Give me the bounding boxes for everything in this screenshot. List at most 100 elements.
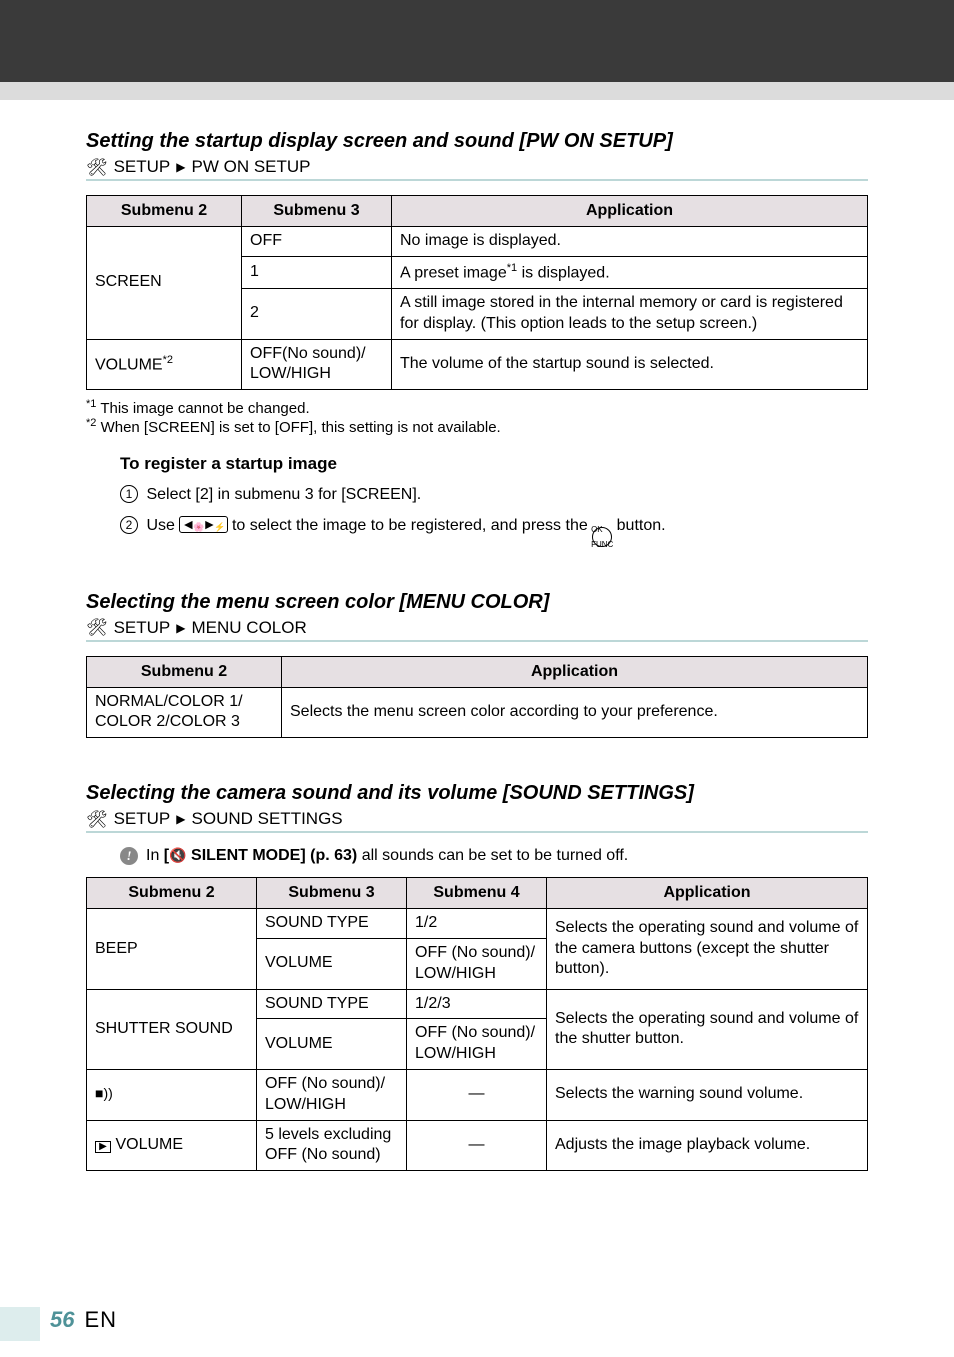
step-number-icon: 2 bbox=[120, 516, 138, 534]
cell-play-app: Adjusts the image playback volume. bbox=[547, 1120, 868, 1171]
table-row: VOLUME*2 OFF(No sound)/ LOW/HIGH The vol… bbox=[87, 339, 868, 390]
step-text: to select the image to be registered, an… bbox=[232, 517, 592, 534]
cell-beep-sndtype-sub4: 1/2 bbox=[407, 909, 547, 939]
step-text: Select [2] in submenu 3 for [SCREEN]. bbox=[146, 486, 421, 503]
cell-volume-label: VOLUME*2 bbox=[87, 339, 242, 390]
breadcrumb-setup-label: SETUP bbox=[114, 618, 171, 638]
col-header-submenu2: Submenu 2 bbox=[87, 196, 242, 227]
cell-text: is displayed. bbox=[517, 264, 610, 281]
col-header-submenu3: Submenu 3 bbox=[257, 878, 407, 909]
step-number-icon: 1 bbox=[120, 485, 138, 503]
cell-play-sub3: 5 levels excluding OFF (No sound) bbox=[257, 1120, 407, 1171]
footnote-1: *1 This image cannot be changed. bbox=[86, 398, 868, 417]
col-header-application: Application bbox=[547, 878, 868, 909]
divider bbox=[86, 640, 868, 642]
footnote-marker: *2 bbox=[163, 354, 173, 366]
cell-shutter-sndtype-sub3: SOUND TYPE bbox=[257, 989, 407, 1019]
page-number: 56 bbox=[50, 1307, 74, 1333]
table-header-row: Submenu 2 Submenu 3 Application bbox=[87, 196, 868, 227]
cell-beep-app: Selects the operating sound and volume o… bbox=[547, 909, 868, 989]
footnote-2: *2 When [SCREEN] is set to [OFF], this s… bbox=[86, 417, 868, 436]
steps-list: 1 Select [2] in submenu 3 for [SCREEN]. … bbox=[120, 480, 868, 547]
cell-play-volume-label: ▶ VOLUME bbox=[87, 1120, 257, 1171]
step-1: 1 Select [2] in submenu 3 for [SCREEN]. bbox=[120, 480, 868, 510]
cell-text: VOLUME bbox=[95, 356, 163, 373]
col-header-application: Application bbox=[282, 656, 868, 687]
info-text-part: all sounds can be set to be turned off. bbox=[357, 847, 628, 864]
col-header-submenu4: Submenu 4 bbox=[407, 878, 547, 909]
table-row: BEEP SOUND TYPE 1/2 Selects the operatin… bbox=[87, 909, 868, 939]
col-header-application: Application bbox=[392, 196, 868, 227]
cell-menucolor-app: Selects the menu screen color according … bbox=[282, 687, 868, 738]
cell-text: A preset image bbox=[400, 264, 507, 281]
cell-warn-sub3: OFF (No sound)/ LOW/HIGH bbox=[257, 1070, 407, 1121]
cell-beep-vol-sub3: VOLUME bbox=[257, 939, 407, 990]
cell-screen-1-sub3: 1 bbox=[242, 256, 392, 288]
breadcrumb-sound: 🛠 SETUP ▶ SOUND SETTINGS bbox=[86, 809, 868, 829]
table-row: ▶ VOLUME 5 levels excluding OFF (No soun… bbox=[87, 1120, 868, 1171]
step-2: 2 Use ◄🌸►⚡ to select the image to be reg… bbox=[120, 511, 868, 547]
cell-screen-1-app: A preset image*1 is displayed. bbox=[392, 256, 868, 288]
ok-button-icon: OKFUNC bbox=[592, 527, 612, 547]
table-header-row: Submenu 2 Submenu 3 Submenu 4 Applicatio… bbox=[87, 878, 868, 909]
breadcrumb-menucolor: 🛠 SETUP ▶ MENU COLOR bbox=[86, 618, 868, 638]
cell-warning-icon: ■)) bbox=[87, 1070, 257, 1121]
cell-beep-sndtype-sub3: SOUND TYPE bbox=[257, 909, 407, 939]
dpad-left-right-icon: ◄🌸►⚡ bbox=[179, 516, 227, 533]
cell-volume-sub3: OFF(No sound)/ LOW/HIGH bbox=[242, 339, 392, 390]
table-header-row: Submenu 2 Application bbox=[87, 656, 868, 687]
section-menu-color: Selecting the menu screen color [MENU CO… bbox=[86, 591, 868, 739]
breadcrumb-setup-label: SETUP bbox=[114, 157, 171, 177]
table-pwon: Submenu 2 Submenu 3 Application SCREEN O… bbox=[86, 195, 868, 390]
info-note: ! In [🔇 SILENT MODE] (p. 63) all sounds … bbox=[120, 847, 868, 865]
wrench-icon: 🛠 bbox=[86, 159, 108, 176]
info-icon: ! bbox=[120, 847, 138, 865]
info-text: In [🔇 SILENT MODE] (p. 63) all sounds ca… bbox=[146, 847, 628, 865]
cell-shutter-app: Selects the operating sound and volume o… bbox=[547, 989, 868, 1069]
table-row: SCREEN OFF No image is displayed. bbox=[87, 227, 868, 257]
info-text-part: SILENT MODE] (p. 63) bbox=[191, 847, 357, 864]
cell-volume-app: The volume of the startup sound is selec… bbox=[392, 339, 868, 390]
cell-beep-label: BEEP bbox=[87, 909, 257, 989]
wrench-icon: 🛠 bbox=[86, 811, 108, 828]
cell-text: VOLUME bbox=[111, 1136, 183, 1153]
cell-shutter-label: SHUTTER SOUND bbox=[87, 989, 257, 1069]
breadcrumb-leaf-label: SOUND SETTINGS bbox=[192, 809, 343, 829]
chevron-right-icon: ▶ bbox=[176, 160, 185, 174]
table-row: SHUTTER SOUND SOUND TYPE 1/2/3 Selects t… bbox=[87, 989, 868, 1019]
col-header-submenu2: Submenu 2 bbox=[87, 656, 282, 687]
footnotes: *1 This image cannot be changed. *2 When… bbox=[86, 398, 868, 436]
breadcrumb-leaf-label: PW ON SETUP bbox=[192, 157, 311, 177]
play-icon: ▶ bbox=[95, 1141, 111, 1153]
chevron-right-icon: ▶ bbox=[176, 812, 185, 826]
chevron-right-icon: ▶ bbox=[176, 621, 185, 635]
speaker-icon: ■)) bbox=[95, 1085, 113, 1101]
breadcrumb-setup-label: SETUP bbox=[114, 809, 171, 829]
step-text: Use bbox=[146, 517, 179, 534]
breadcrumb-leaf-label: MENU COLOR bbox=[192, 618, 307, 638]
cell-play-sub4: — bbox=[407, 1120, 547, 1171]
cell-screen-2-sub3: 2 bbox=[242, 288, 392, 339]
divider bbox=[86, 179, 868, 181]
table-sound: Submenu 2 Submenu 3 Submenu 4 Applicatio… bbox=[86, 877, 868, 1171]
section-pw-on-setup: Setting the startup display screen and s… bbox=[86, 130, 868, 547]
subheading-register-startup: To register a startup image bbox=[120, 454, 868, 474]
section-title-pwon: Setting the startup display screen and s… bbox=[86, 130, 868, 153]
page-footer: 56 EN bbox=[50, 1307, 117, 1333]
cell-beep-vol-sub4: OFF (No sound)/ LOW/HIGH bbox=[407, 939, 547, 990]
cell-shutter-sndtype-sub4: 1/2/3 bbox=[407, 989, 547, 1019]
mute-icon: 🔇 bbox=[169, 847, 186, 863]
cell-screen-label: SCREEN bbox=[87, 227, 242, 340]
section-title-sound: Selecting the camera sound and its volum… bbox=[86, 782, 868, 805]
section-sound-settings: Selecting the camera sound and its volum… bbox=[86, 782, 868, 1171]
footnote-text: This image cannot be changed. bbox=[100, 400, 309, 417]
cell-shutter-vol-sub3: VOLUME bbox=[257, 1019, 407, 1070]
table-menucolor: Submenu 2 Application NORMAL/COLOR 1/ CO… bbox=[86, 656, 868, 739]
section-title-menucolor: Selecting the menu screen color [MENU CO… bbox=[86, 591, 868, 614]
col-header-submenu2: Submenu 2 bbox=[87, 878, 257, 909]
cell-screen-2-app: A still image stored in the internal mem… bbox=[392, 288, 868, 339]
cell-shutter-vol-sub4: OFF (No sound)/ LOW/HIGH bbox=[407, 1019, 547, 1070]
footnote-text: When [SCREEN] is set to [OFF], this sett… bbox=[101, 419, 501, 436]
table-row: ■)) OFF (No sound)/ LOW/HIGH — Selects t… bbox=[87, 1070, 868, 1121]
cell-screen-off-sub3: OFF bbox=[242, 227, 392, 257]
